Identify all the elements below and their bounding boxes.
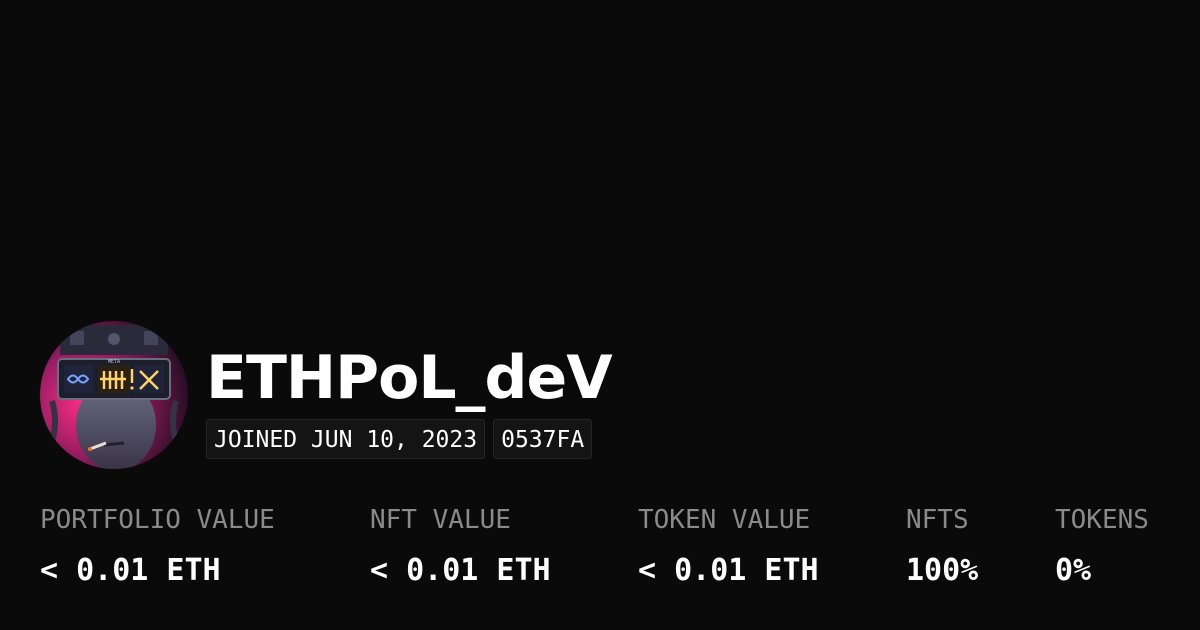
stat-nfts: NFTS 100% xyxy=(906,500,978,592)
avatar-visor-text: META xyxy=(108,359,120,365)
stat-portfolio-value: PORTFOLIO VALUE < 0.01 ETH xyxy=(40,500,275,592)
stat-value: < 0.01 ETH xyxy=(370,553,551,588)
joined-date-badge: JOINED JUN 10, 2023 xyxy=(206,419,486,459)
stat-value: 0% xyxy=(1055,553,1092,588)
profile-badges: JOINED JUN 10, 2023 0537FA xyxy=(206,419,593,459)
stat-label: NFTS xyxy=(906,505,969,535)
stat-value: < 0.01 ETH xyxy=(638,553,819,588)
avatar: META xyxy=(40,321,188,469)
stat-value: < 0.01 ETH xyxy=(40,553,221,588)
address-badge: 0537FA xyxy=(493,419,593,459)
stat-label: NFT VALUE xyxy=(370,505,511,535)
stat-label: TOKEN VALUE xyxy=(638,505,811,535)
stat-label: TOKENS xyxy=(1055,505,1149,535)
stat-nft-value: NFT VALUE < 0.01 ETH xyxy=(370,500,551,592)
stat-value: 100% xyxy=(906,553,979,588)
cyberpunk-visor-avatar-icon: META xyxy=(40,321,188,469)
username: ETHPoL_deV xyxy=(206,343,613,413)
stat-label: PORTFOLIO VALUE xyxy=(40,505,275,535)
profile-card: META ETHPoL_deV JOINED JUN 10, 2023 0537… xyxy=(0,0,1200,630)
stat-tokens: TOKENS 0% xyxy=(1055,500,1149,592)
stat-token-value: TOKEN VALUE < 0.01 ETH xyxy=(638,500,819,592)
